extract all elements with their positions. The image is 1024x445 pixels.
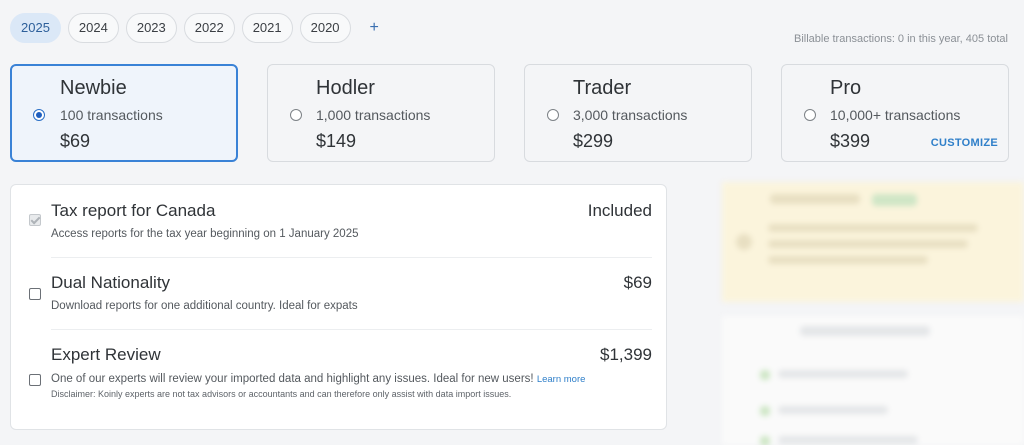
blurred-features-panel <box>722 316 1024 445</box>
year-tab-2021[interactable]: 2021 <box>241 13 293 43</box>
tax-report-title: Tax report for Canada <box>51 201 216 220</box>
expert-review-title: Expert Review <box>51 345 161 364</box>
plan-price: $299 <box>573 131 614 151</box>
expert-review-description: One of our experts will review your impo… <box>51 373 585 385</box>
dual-nationality-checkbox[interactable] <box>29 288 41 300</box>
addon-options-panel: Tax report for Canada Included Access re… <box>10 184 667 430</box>
plan-card-newbie[interactable]: Newbie 100 transactions $69 <box>10 64 238 162</box>
divider <box>51 257 652 258</box>
plan-radio-trader[interactable] <box>547 109 559 121</box>
tax-report-checkbox <box>29 214 41 226</box>
dual-nationality-price: $69 <box>623 273 652 292</box>
plan-transactions: 10,000+ transactions <box>830 107 961 123</box>
year-tab-2023[interactable]: 2023 <box>125 13 177 43</box>
divider <box>51 329 652 330</box>
plan-name: Hodler <box>316 77 375 99</box>
plan-radio-newbie[interactable] <box>33 109 45 121</box>
plan-cards: Newbie 100 transactions $69 Hodler 1,000… <box>10 64 1009 162</box>
year-tab-2024[interactable]: 2024 <box>67 13 119 43</box>
plan-radio-pro[interactable] <box>804 109 816 121</box>
plan-price: $149 <box>316 131 357 151</box>
billable-transactions-text: Billable transactions: 0 in this year, 4… <box>793 33 1008 45</box>
plan-name: Newbie <box>60 77 127 99</box>
expert-review-disclaimer: Disclaimer: Koinly experts are not tax a… <box>51 389 512 399</box>
expert-review-checkbox[interactable] <box>29 374 41 386</box>
year-tab-2020[interactable]: 2020 <box>299 13 351 43</box>
learn-more-link[interactable]: Learn more <box>537 374 586 385</box>
plan-radio-hodler[interactable] <box>290 109 302 121</box>
add-year-button[interactable]: + <box>370 13 379 43</box>
customize-link[interactable]: CUSTOMIZE <box>931 137 998 149</box>
plan-price: $69 <box>60 131 91 151</box>
dual-nationality-title: Dual Nationality <box>51 273 171 292</box>
plan-card-pro[interactable]: Pro 10,000+ transactions $399 CUSTOMIZE <box>781 64 1009 162</box>
plan-name: Pro <box>830 77 862 99</box>
plan-card-trader[interactable]: Trader 3,000 transactions $299 <box>524 64 752 162</box>
plan-transactions: 3,000 transactions <box>573 107 688 123</box>
tax-report-description: Access reports for the tax year beginnin… <box>51 228 359 240</box>
plan-price: $399 <box>830 131 871 151</box>
plan-name: Trader <box>573 77 632 99</box>
blurred-summary-panel <box>722 182 1024 302</box>
plan-card-hodler[interactable]: Hodler 1,000 transactions $149 <box>267 64 495 162</box>
expert-review-price: $1,399 <box>600 345 652 364</box>
plan-transactions: 1,000 transactions <box>316 107 431 123</box>
year-tab-2025[interactable]: 2025 <box>10 13 61 43</box>
plan-transactions: 100 transactions <box>60 107 163 123</box>
expert-review-description-text: One of our experts will review your impo… <box>51 373 534 385</box>
year-tabs: 2025 2024 2023 2022 2021 2020 + <box>10 13 379 43</box>
tax-report-price: Included <box>587 201 652 220</box>
dual-nationality-description: Download reports for one additional coun… <box>51 300 358 312</box>
year-tab-2022[interactable]: 2022 <box>183 13 235 43</box>
